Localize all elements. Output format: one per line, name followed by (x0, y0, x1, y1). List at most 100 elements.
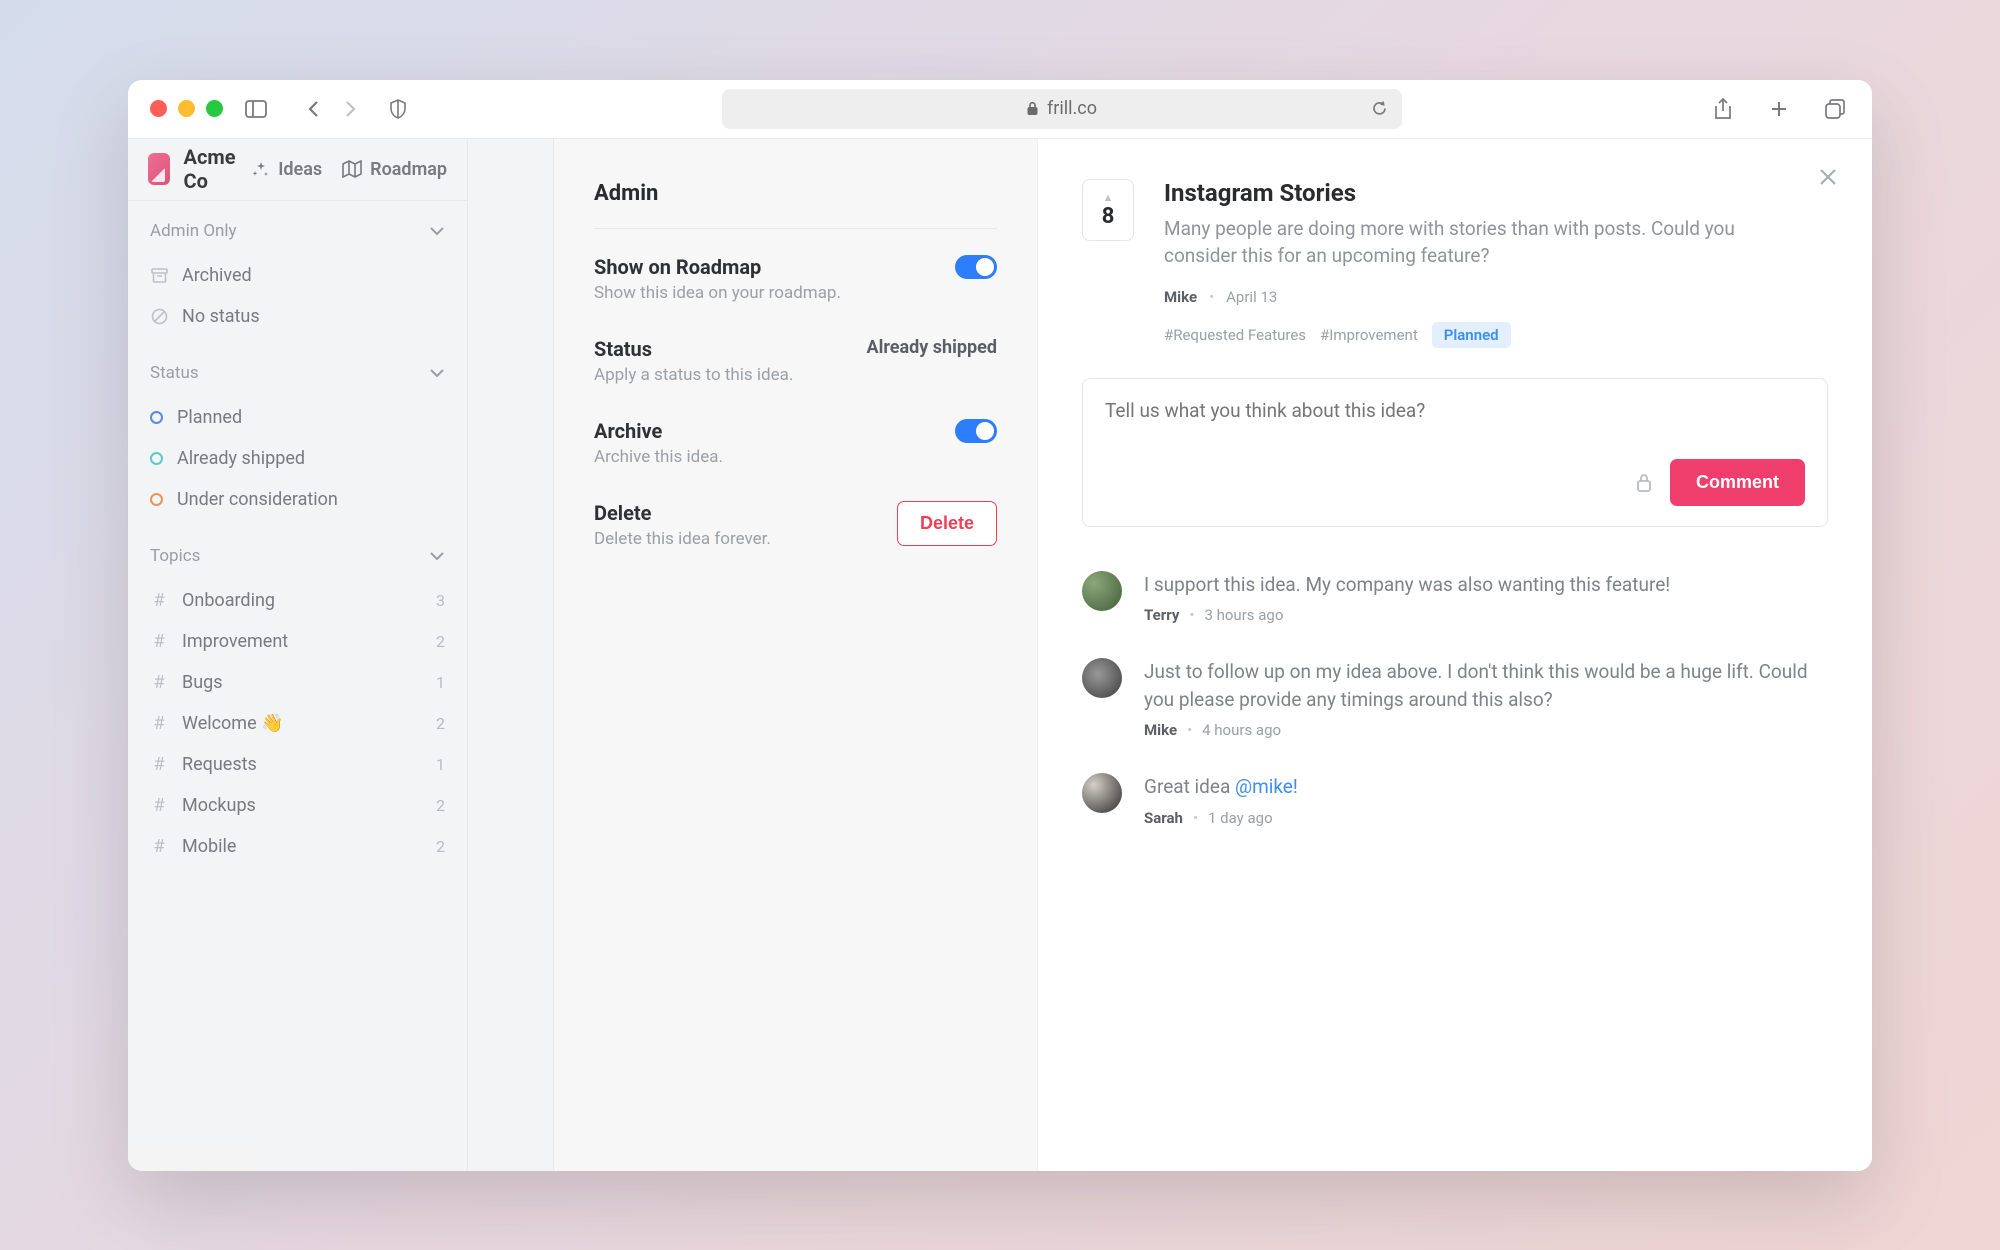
idea-title: Instagram Stories (1164, 179, 1744, 207)
app-body: Acme Co Ideas Roadmap Admin Only (128, 139, 1872, 1171)
status-value[interactable]: Already shipped (867, 337, 998, 358)
admin-title: Admin (594, 181, 997, 229)
lock-icon[interactable] (1636, 473, 1652, 492)
map-icon (342, 160, 362, 178)
back-button[interactable] (299, 94, 329, 124)
forward-button[interactable] (335, 94, 365, 124)
reload-icon[interactable] (1371, 100, 1388, 117)
status-planned[interactable]: Planned (150, 397, 445, 438)
window-minimize[interactable] (178, 100, 195, 117)
toggle-archive[interactable] (955, 419, 997, 443)
status-shipped[interactable]: Already shipped (150, 438, 445, 479)
vote-box[interactable]: ▲ 8 (1082, 179, 1134, 241)
hash-icon: # (150, 795, 168, 816)
divider-column (468, 139, 554, 1171)
status-badge: Planned (1432, 322, 1511, 348)
sidebar-item-no-status[interactable]: No status (150, 296, 445, 337)
hash-icon: # (150, 672, 168, 693)
brand-logo (148, 153, 170, 185)
comment-text: Just to follow up on my idea above. I do… (1144, 658, 1828, 713)
avatar (1082, 571, 1122, 611)
chevron-down-icon (429, 551, 445, 561)
section-status: Status Planned Already shipped Under con… (128, 343, 467, 526)
share-icon[interactable] (1708, 94, 1738, 124)
idea-tags: #Requested Features #Improvement Planned (1164, 322, 1744, 348)
brand-row: Acme Co Ideas Roadmap (128, 139, 467, 201)
comment-item: Great idea @mike! Sarah•1 day ago (1082, 773, 1828, 827)
archive-icon (150, 266, 168, 284)
admin-panel: Admin Show on Roadmap Show this idea on … (554, 139, 1038, 1171)
hash-icon: # (150, 590, 168, 611)
avatar (1082, 658, 1122, 698)
comment-item: Just to follow up on my idea above. I do… (1082, 658, 1828, 739)
chevron-down-icon (429, 368, 445, 378)
top-nav: Ideas Roadmap (252, 159, 447, 180)
hash-icon: # (150, 754, 168, 775)
nav-buttons (299, 94, 365, 124)
brand-name: Acme Co (184, 145, 239, 193)
close-icon[interactable] (1818, 167, 1838, 187)
comments-list: I support this idea. My company was also… (1082, 571, 1828, 827)
idea-description: Many people are doing more with stories … (1164, 215, 1744, 270)
status-header[interactable]: Status (150, 363, 445, 383)
nav-roadmap[interactable]: Roadmap (342, 159, 447, 180)
upvote-icon: ▲ (1103, 192, 1114, 203)
tabs-icon[interactable] (1820, 94, 1850, 124)
tag-requested-features[interactable]: #Requested Features (1164, 326, 1306, 344)
chrome-right-actions (1708, 94, 1850, 124)
address-bar[interactable]: frill.co (722, 89, 1402, 129)
hash-icon: # (150, 836, 168, 857)
comment-text: I support this idea. My company was also… (1144, 571, 1828, 599)
sidebar-toggle-icon[interactable] (241, 94, 271, 124)
admin-archive: Archive Archive this idea. (594, 393, 997, 475)
section-admin-only: Admin Only Archived No status (128, 201, 467, 343)
topic-mobile[interactable]: #Mobile2 (150, 826, 445, 867)
comment-box: Comment (1082, 378, 1828, 527)
url-text: frill.co (1047, 98, 1097, 119)
idea-detail-panel: ▲ 8 Instagram Stories Many people are do… (1038, 139, 1872, 1171)
hash-icon: # (150, 713, 168, 734)
window-maximize[interactable] (206, 100, 223, 117)
topic-improvement[interactable]: #Improvement2 (150, 621, 445, 662)
status-under-consideration[interactable]: Under consideration (150, 479, 445, 520)
lock-icon (1026, 101, 1039, 116)
status-dot-icon (150, 493, 163, 506)
topic-requests[interactable]: #Requests1 (150, 744, 445, 785)
topics-header[interactable]: Topics (150, 546, 445, 566)
admin-delete: Delete Delete this idea forever. Delete (594, 475, 997, 557)
comment-item: I support this idea. My company was also… (1082, 571, 1828, 625)
idea-author: Mike (1164, 288, 1197, 306)
topic-mockups[interactable]: #Mockups2 (150, 785, 445, 826)
tag-improvement[interactable]: #Improvement (1320, 326, 1418, 344)
delete-button[interactable]: Delete (897, 501, 997, 546)
traffic-lights (150, 100, 223, 117)
status-dot-icon (150, 411, 163, 424)
topic-bugs[interactable]: #Bugs1 (150, 662, 445, 703)
status-dot-icon (150, 452, 163, 465)
sidebar: Acme Co Ideas Roadmap Admin Only (128, 139, 468, 1171)
nav-ideas[interactable]: Ideas (252, 159, 322, 180)
idea-date: April 13 (1226, 288, 1277, 306)
new-tab-icon[interactable] (1764, 94, 1794, 124)
admin-only-header[interactable]: Admin Only (150, 221, 445, 241)
idea-meta: Mike • April 13 (1164, 288, 1744, 306)
no-status-icon (150, 307, 168, 325)
section-topics: Topics #Onboarding3 #Improvement2 #Bugs1… (128, 526, 467, 873)
window-close[interactable] (150, 100, 167, 117)
admin-show-roadmap: Show on Roadmap Show this idea on your r… (594, 229, 997, 311)
comment-input[interactable] (1105, 399, 1805, 453)
browser-window: frill.co Acme Co (128, 80, 1872, 1171)
mention[interactable]: @mike! (1235, 775, 1298, 798)
hash-icon: # (150, 631, 168, 652)
sidebar-item-archived[interactable]: Archived (150, 255, 445, 296)
avatar (1082, 773, 1122, 813)
vote-count: 8 (1102, 206, 1115, 228)
topic-onboarding[interactable]: #Onboarding3 (150, 580, 445, 621)
shield-icon[interactable] (383, 94, 413, 124)
browser-chrome: frill.co (128, 80, 1872, 139)
comment-button[interactable]: Comment (1670, 459, 1805, 506)
toggle-show-roadmap[interactable] (955, 255, 997, 279)
topic-welcome[interactable]: #Welcome 👋2 (150, 703, 445, 744)
chevron-down-icon (429, 226, 445, 236)
idea-header: ▲ 8 Instagram Stories Many people are do… (1082, 179, 1828, 348)
